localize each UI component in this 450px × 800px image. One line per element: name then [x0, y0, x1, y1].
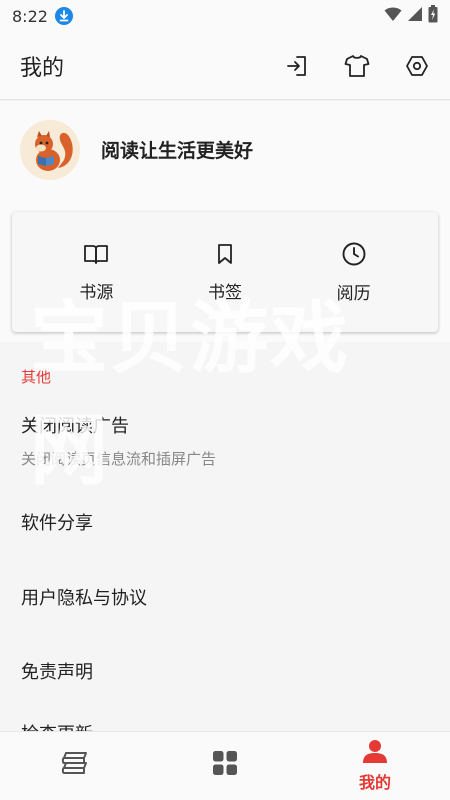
setting-close-ads[interactable]: 关闭阅读广告 关闭阅读页信息流和插屏广告	[21, 412, 216, 469]
bottom-nav: 我的	[0, 731, 450, 800]
signal-icon	[407, 6, 423, 26]
quick-actions-section: 书源 书签 阅历	[0, 198, 450, 342]
book-open-icon	[83, 242, 109, 270]
nav-bookshelf[interactable]	[15, 732, 135, 800]
profile-name: 阅读让生活更美好	[101, 140, 254, 162]
nav-label: 我的	[358, 773, 391, 792]
quick-action-book-source[interactable]: 书源	[41, 242, 151, 303]
avatar[interactable]	[20, 119, 80, 180]
app-header: 我的	[0, 32, 450, 100]
setting-title: 免责声明	[21, 662, 93, 683]
clock-icon	[341, 241, 367, 271]
quick-action-history[interactable]: 阅历	[299, 241, 409, 304]
quick-action-label: 书源	[79, 282, 114, 303]
battery-icon	[428, 5, 438, 27]
setting-title: 软件分享	[21, 513, 93, 534]
quick-action-label: 阅历	[336, 283, 371, 304]
quick-action-bookmark[interactable]: 书签	[170, 242, 280, 303]
bookshelf-icon	[61, 750, 89, 780]
setting-check-update[interactable]: 检查更新	[21, 720, 93, 731]
setting-disclaimer[interactable]: 免责声明	[21, 658, 93, 684]
login-icon[interactable]	[284, 53, 310, 79]
nav-discover[interactable]	[165, 732, 285, 800]
download-icon	[54, 7, 73, 25]
setting-privacy[interactable]: 用户隐私与协议	[21, 584, 147, 610]
setting-share-app[interactable]: 软件分享	[21, 509, 93, 535]
settings-icon[interactable]	[404, 53, 430, 79]
person-icon	[362, 739, 388, 767]
setting-title: 关闭阅读广告	[21, 416, 129, 437]
setting-title: 检查更新	[21, 720, 93, 731]
page-title: 我的	[20, 55, 65, 81]
settings-list: 其他 关闭阅读广告 关闭阅读页信息流和插屏广告 软件分享 用户隐私与协议 免责声…	[0, 342, 450, 731]
section-title-other: 其他	[21, 368, 52, 386]
quick-actions-card: 书源 书签 阅历	[12, 212, 438, 332]
discover-grid-icon	[212, 750, 238, 780]
bookmark-icon	[213, 242, 237, 270]
status-bar: 8:22	[0, 0, 450, 32]
setting-subtitle: 关闭阅读页信息流和插屏广告	[21, 450, 217, 468]
profile-section[interactable]: 阅读让生活更美好	[0, 101, 450, 198]
theme-shirt-icon[interactable]	[344, 53, 370, 79]
quick-action-label: 书签	[207, 282, 242, 303]
status-time: 8:22	[12, 6, 48, 26]
wifi-icon	[384, 6, 402, 26]
nav-mine[interactable]: 我的	[315, 732, 435, 800]
setting-title: 用户隐私与协议	[21, 588, 147, 609]
